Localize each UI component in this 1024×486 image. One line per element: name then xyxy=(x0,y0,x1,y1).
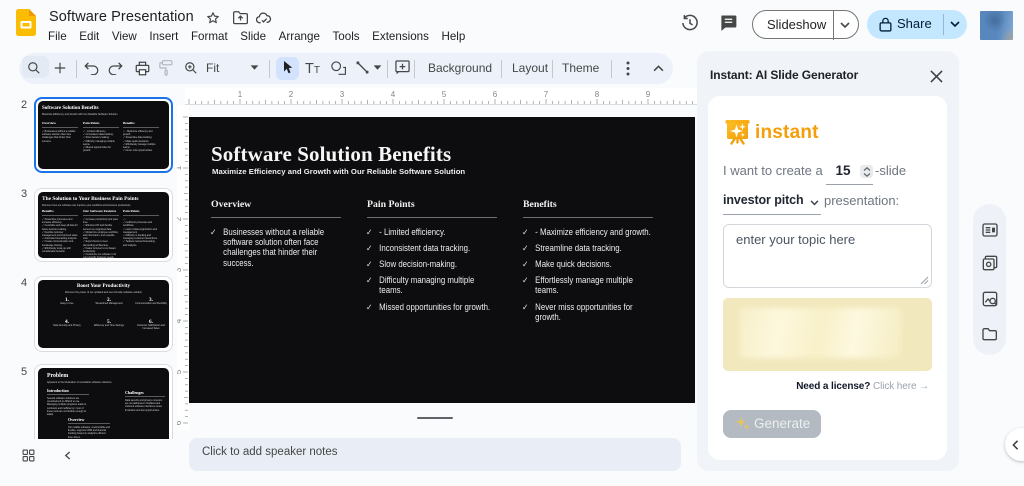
svg-text:4: 4 xyxy=(391,90,396,99)
svg-text:5: 5 xyxy=(442,90,447,99)
svg-text:2: 2 xyxy=(289,90,294,99)
svg-text:6: 6 xyxy=(493,90,498,99)
svg-text:1: 1 xyxy=(238,90,243,99)
svg-text:3: 3 xyxy=(177,267,183,272)
svg-text:6: 6 xyxy=(177,420,183,425)
svg-text:7: 7 xyxy=(544,90,549,99)
svg-text:9: 9 xyxy=(646,90,651,99)
svg-text:1: 1 xyxy=(177,165,183,170)
svg-text:5: 5 xyxy=(177,369,183,374)
svg-text:3: 3 xyxy=(340,90,345,99)
svg-text:4: 4 xyxy=(177,318,183,323)
svg-text:2: 2 xyxy=(177,216,183,221)
svg-text:8: 8 xyxy=(595,90,600,99)
